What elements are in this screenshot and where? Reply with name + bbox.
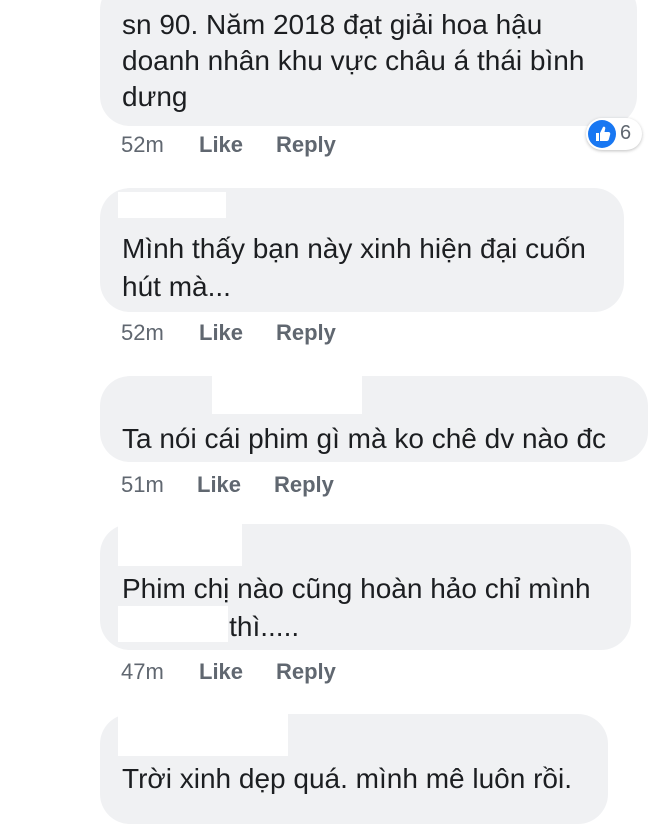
like-button[interactable]: Like — [199, 132, 243, 158]
reply-button[interactable]: Reply — [276, 320, 336, 346]
redacted-name — [118, 522, 242, 566]
comment-text: Ta nói cái phim gì mà ko chê dv nào đc — [122, 423, 607, 454]
comment-bubble: sn 90. Năm 2018 đạt giải hoa hậu doanh n… — [100, 0, 637, 126]
comment-text: dưng — [122, 81, 188, 112]
comment-text: Phim chị nào cũng hoàn hảo chỉ mình — [122, 573, 591, 604]
reaction-badge[interactable]: 6 — [586, 118, 642, 150]
comment-text: hút mà... — [122, 271, 231, 302]
reaction-count: 6 — [620, 122, 632, 144]
comment-timestamp[interactable]: 52m — [121, 320, 164, 346]
redacted-name — [212, 372, 362, 414]
comment-timestamp[interactable]: 47m — [121, 659, 164, 685]
like-button[interactable]: Like — [199, 659, 243, 685]
reply-button[interactable]: Reply — [274, 472, 334, 498]
reply-button[interactable]: Reply — [276, 659, 336, 685]
comment-timestamp[interactable]: 51m — [121, 472, 164, 498]
redacted-name — [118, 606, 228, 642]
redacted-name — [118, 712, 288, 756]
comment-text: Mình thấy bạn này xinh hiện đại cuốn — [122, 233, 586, 264]
comment-text: sn 90. Năm 2018 đạt giải hoa hậu — [122, 9, 543, 40]
comment-bubble: Ta nói cái phim gì mà ko chê dv nào đc — [100, 376, 648, 462]
like-button[interactable]: Like — [197, 472, 241, 498]
reply-button[interactable]: Reply — [276, 132, 336, 158]
comment-text: Trời xinh dẹp quá. mình mê luôn rồi. — [122, 763, 572, 794]
comment-timestamp[interactable]: 52m — [121, 132, 164, 158]
like-button[interactable]: Like — [199, 320, 243, 346]
thumbs-up-icon — [588, 120, 616, 148]
redacted-name — [118, 192, 226, 218]
comment-text: doanh nhân khu vực châu á thái bình — [122, 45, 585, 76]
